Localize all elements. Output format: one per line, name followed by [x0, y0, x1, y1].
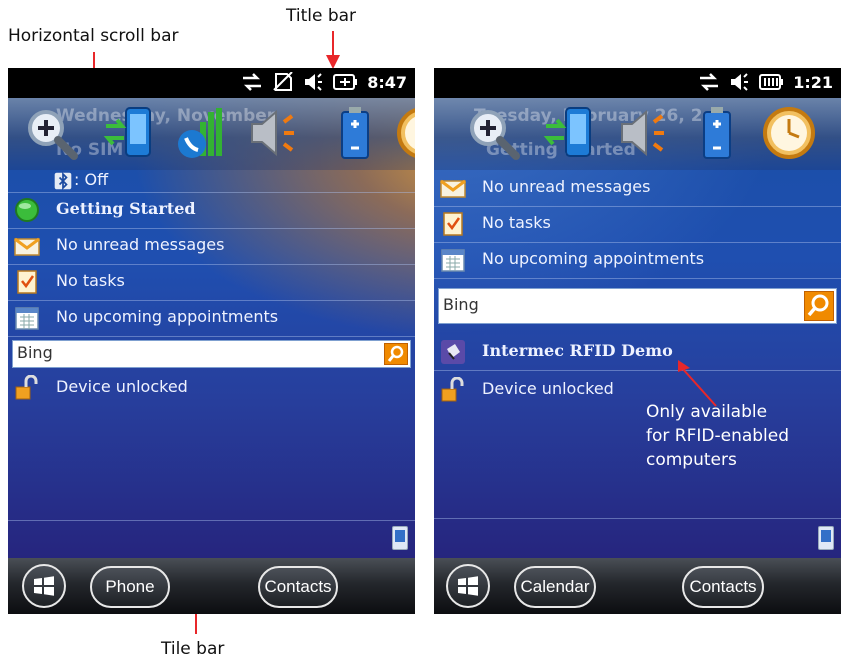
clock-tile-icon[interactable] — [394, 104, 415, 162]
tile-bar: Calendar Contacts — [434, 558, 841, 614]
rfid-demo-icon — [441, 340, 465, 364]
unlocked-padlock-icon — [441, 377, 464, 402]
list-item[interactable]: No tasks — [8, 264, 415, 301]
no-sim-icon[interactable] — [272, 72, 294, 92]
rfid-availability-note: Only available for RFID-enabled computer… — [646, 400, 789, 472]
callout-horizontal-scroll-bar: Horizontal scroll bar — [8, 26, 179, 46]
search-icon — [387, 345, 404, 362]
data-connection-icon[interactable] — [542, 104, 600, 162]
list-item[interactable]: No unread messages — [434, 170, 841, 207]
contacts-softkey[interactable]: Contacts — [258, 566, 338, 608]
note-line-2: for RFID-enabled — [646, 426, 790, 446]
contacts-softkey[interactable]: Contacts — [682, 566, 764, 608]
zoom-icon[interactable] — [22, 104, 80, 162]
bluetooth-status-text: : Off — [74, 170, 109, 189]
start-button[interactable] — [446, 564, 490, 608]
title-bar[interactable]: 8:47 — [8, 68, 415, 98]
list-item-label: No unread messages — [482, 177, 651, 196]
list-item[interactable]: No unread messages — [8, 228, 415, 265]
horizontal-scroll-bar[interactable]: Tuesday, February 26, 2 Getting Started — [434, 98, 841, 170]
tasks-icon — [443, 212, 463, 236]
tasks-icon — [17, 270, 37, 294]
unlocked-padlock-icon — [15, 375, 38, 400]
horizontal-scroll-bar[interactable]: Wednesday, November No SIM — [8, 98, 415, 170]
list-item[interactable]: No tasks — [434, 206, 841, 243]
device-lock-row[interactable]: Device unlocked — [8, 370, 415, 406]
battery-charging-icon[interactable] — [332, 72, 358, 92]
tile-bar: Phone Contacts — [8, 558, 415, 614]
volume-icon[interactable] — [303, 72, 323, 92]
messages-icon — [14, 237, 40, 256]
volume-icon[interactable] — [729, 72, 749, 92]
note-line-3: computers — [646, 450, 737, 470]
windows-logo-icon — [458, 576, 478, 596]
search-button[interactable] — [384, 343, 408, 365]
windows-logo-icon — [34, 576, 54, 596]
battery-tile-icon[interactable] — [688, 104, 746, 162]
connection-icon[interactable] — [241, 72, 263, 92]
bing-search-box[interactable]: Bing — [12, 340, 411, 368]
note-line-1: Only available — [646, 402, 768, 422]
getting-started-icon — [15, 198, 39, 222]
right-phone-screen: 1:21 Tuesday, February 26, 2 Getting Sta… — [434, 68, 841, 614]
zoom-icon[interactable] — [464, 104, 522, 162]
volume-tile-icon[interactable] — [616, 104, 674, 162]
list-item[interactable]: No upcoming appointments — [8, 300, 415, 337]
phone-softkey[interactable]: Phone — [90, 566, 170, 608]
battery-icon[interactable] — [758, 72, 784, 92]
calendar-softkey[interactable]: Calendar — [514, 566, 596, 608]
connection-icon[interactable] — [698, 72, 720, 92]
device-status-icon[interactable] — [392, 526, 408, 550]
bluetooth-icon — [54, 172, 72, 190]
search-button[interactable] — [804, 291, 834, 321]
clock-tile-icon[interactable] — [760, 104, 818, 162]
calendar-icon — [15, 307, 39, 330]
status-time[interactable]: 1:21 — [793, 73, 833, 92]
home-screen: Tuesday, February 26, 2 Getting Started … — [434, 98, 841, 558]
home-screen: Wednesday, November No SIM : Off Getting… — [8, 98, 415, 558]
bluetooth-status-row[interactable]: : Off — [8, 170, 415, 193]
callout-title-bar: Title bar — [286, 6, 357, 26]
list-item-label: No tasks — [482, 213, 551, 232]
data-connection-icon[interactable] — [102, 104, 160, 162]
list-item-label: No tasks — [56, 271, 125, 290]
search-input[interactable]: Bing — [443, 295, 479, 314]
list-item-label: No unread messages — [56, 235, 225, 254]
callout-tile-bar: Tile bar — [161, 639, 225, 659]
search-input[interactable]: Bing — [17, 343, 53, 362]
signal-phone-icon[interactable] — [174, 104, 232, 162]
device-lock-label: Device unlocked — [482, 379, 614, 398]
list-item-label: No upcoming appointments — [56, 307, 279, 326]
arrow-title-bar — [326, 31, 340, 69]
messages-icon — [440, 179, 466, 198]
ghost-date-text: Wednesday, November — [56, 106, 276, 126]
bing-search-box[interactable]: Bing — [438, 288, 837, 324]
rfid-demo-label: Intermec RFID Demo — [482, 341, 673, 360]
divider — [434, 518, 841, 519]
device-status-icon[interactable] — [818, 526, 834, 550]
list-item-label: No upcoming appointments — [482, 249, 705, 268]
volume-tile-icon[interactable] — [246, 104, 304, 162]
list-item[interactable]: Getting Started — [8, 192, 415, 229]
left-phone-screen: 8:47 Wednesday, November No SIM: Off Ge… — [8, 68, 415, 614]
start-button[interactable] — [22, 564, 66, 608]
rfid-demo-item[interactable]: Intermec RFID Demo — [434, 334, 841, 371]
list-item[interactable]: No upcoming appointments — [434, 242, 841, 279]
status-time[interactable]: 8:47 — [367, 73, 407, 92]
search-icon — [807, 294, 829, 317]
calendar-icon — [441, 249, 465, 272]
title-bar[interactable]: 1:21 — [434, 68, 841, 98]
list-item-label: Getting Started — [56, 199, 196, 218]
device-lock-label: Device unlocked — [56, 377, 188, 396]
battery-tile-icon[interactable] — [326, 104, 384, 162]
divider — [8, 520, 415, 521]
